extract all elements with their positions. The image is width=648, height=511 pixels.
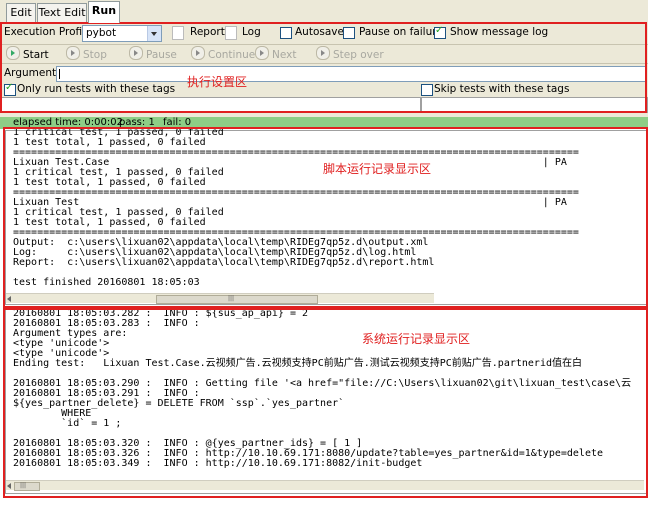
system-log-area-annotation: 系统运行记录显示区 <box>362 332 471 346</box>
grip-icon: ||| <box>20 482 27 489</box>
stop-icon <box>66 46 80 60</box>
tags-row: Only run tests with these tags Skip test… <box>0 82 648 97</box>
pause-on-failure-label: Pause on failure <box>359 26 443 38</box>
divider <box>0 63 648 64</box>
autosave-label: Autosave <box>295 26 344 38</box>
grip-icon: ||| <box>228 295 235 302</box>
chevron-down-icon[interactable] <box>147 26 161 41</box>
next-button[interactable]: Next <box>255 46 296 62</box>
script-output-scrollbar[interactable]: ||| <box>6 293 434 304</box>
script-log-area-annotation: 脚本运行记录显示区 <box>323 162 432 176</box>
system-log-scrollbar[interactable]: ||| <box>6 480 644 491</box>
tab-run[interactable]: Run <box>88 1 120 23</box>
scroll-left-icon[interactable] <box>7 296 11 302</box>
show-message-log-checkbox[interactable] <box>434 25 446 39</box>
log-line: test finished 20160801 18:05:03 <box>13 277 200 288</box>
scroll-thumb[interactable] <box>156 295 318 304</box>
scroll-thumb[interactable] <box>14 482 40 491</box>
exclude-tags-input[interactable] <box>421 97 648 113</box>
script-output-log[interactable]: 1 critical test, 1 passed, 0 failed 1 tes… <box>13 128 643 292</box>
settings-area-annotation: 执行设置区 <box>187 75 248 89</box>
scroll-left-icon[interactable] <box>7 483 11 489</box>
log-line: `id` = 1 ; <box>13 418 122 429</box>
report-icon[interactable] <box>172 26 184 40</box>
autosave-checkbox[interactable] <box>280 27 292 39</box>
log-line: ${yes_partner_delete} = DELETE FROM `ssp… <box>13 398 345 409</box>
log-link[interactable]: Log <box>242 26 261 38</box>
play-icon <box>6 46 20 60</box>
skip-tags-checkbox[interactable] <box>421 84 433 96</box>
divider <box>0 44 648 45</box>
profile-row: Execution Profile: pybot Report Log Auto… <box>0 22 648 44</box>
show-message-log-label: Show message log <box>450 26 549 38</box>
only-run-tags-checkbox[interactable] <box>4 82 16 96</box>
tab-text-edit[interactable]: Text Edit <box>37 3 87 22</box>
log-line: 20160801 18:05:03.349 : INFO : http://10… <box>13 458 423 469</box>
step-over-icon <box>316 46 330 60</box>
run-settings-panel: Execution Profile: pybot Report Log Auto… <box>0 22 648 117</box>
tab-edit[interactable]: Edit <box>6 3 36 22</box>
log-line: Ending test: Lixuan Test.Case.云视频广告.云视频支… <box>13 358 582 369</box>
continue-icon <box>191 46 205 60</box>
include-tags-input[interactable] <box>0 97 421 113</box>
only-run-tags-label: Only run tests with these tags <box>17 83 176 95</box>
continue-button[interactable]: Continue <box>191 46 255 62</box>
stop-button[interactable]: Stop <box>66 46 107 62</box>
execution-profile-select[interactable]: pybot <box>82 25 162 42</box>
pause-button[interactable]: Pause <box>129 46 177 62</box>
report-link[interactable]: Report <box>190 26 225 38</box>
start-button[interactable]: Start <box>6 46 49 62</box>
system-message-log[interactable]: 20160801 18:05:03.282 : INFO : ${sus_ap_… <box>13 309 643 474</box>
tab-bar: Edit Text Edit Run <box>0 0 648 23</box>
arguments-row: Arguments: <box>0 65 648 82</box>
skip-tags-label: Skip tests with these tags <box>434 83 570 95</box>
pause-icon <box>129 46 143 60</box>
log-line: Report: c:\users\lixuan02\appdata\local\… <box>13 257 435 268</box>
execution-profile-value: pybot <box>86 27 117 39</box>
log-icon[interactable] <box>225 26 237 40</box>
run-buttons-row: Start Stop Pause Continue Next Step over <box>0 46 648 62</box>
arguments-input[interactable] <box>56 66 646 82</box>
next-icon <box>255 46 269 60</box>
pause-on-failure-checkbox[interactable] <box>343 27 355 39</box>
step-over-button[interactable]: Step over <box>316 46 384 62</box>
text-caret <box>59 69 60 79</box>
